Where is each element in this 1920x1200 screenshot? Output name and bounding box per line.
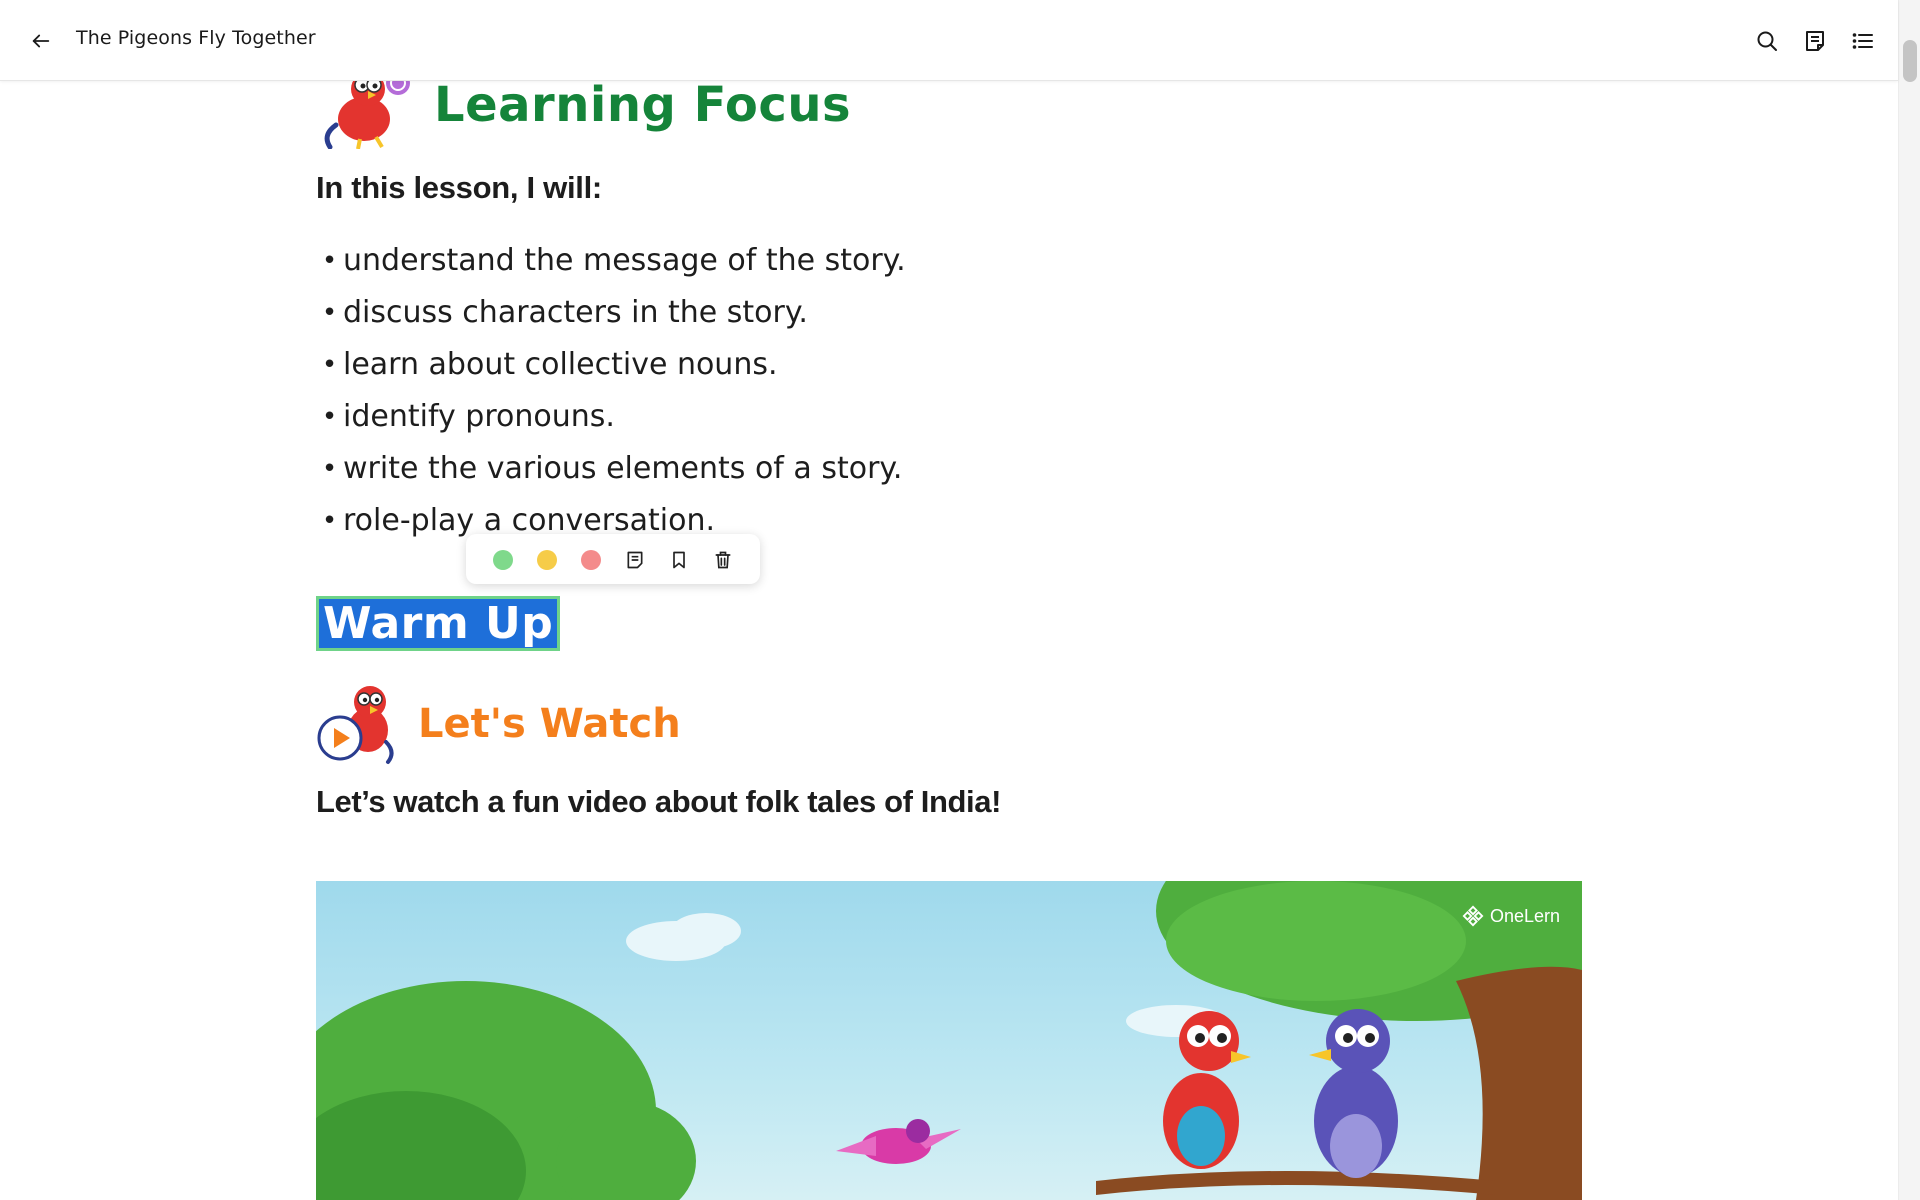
parrot-video-mascot-icon xyxy=(316,682,406,766)
lesson-intro: In this lesson, I will: xyxy=(316,170,602,205)
back-button[interactable] xyxy=(26,26,56,56)
bullet: • xyxy=(321,402,338,432)
learning-goals-list: • understand the message of the story. • d… xyxy=(316,236,906,548)
search-icon xyxy=(1757,31,1777,51)
highlight-green-swatch[interactable] xyxy=(493,550,513,570)
table-of-contents-icon xyxy=(1852,33,1873,49)
bullet: • xyxy=(321,506,338,536)
goal-text: understand the message of the story. xyxy=(343,243,906,278)
arrow-left-icon xyxy=(32,34,50,48)
delete-highlight-button[interactable] xyxy=(711,548,735,572)
video-player[interactable]: OneLern xyxy=(316,881,1582,1200)
video-thumbnail-illustration xyxy=(316,881,1582,1200)
goal-text: discuss characters in the story. xyxy=(343,295,808,330)
list-item: • discuss characters in the story. xyxy=(316,288,906,340)
highlight-toolbar xyxy=(466,534,760,584)
toc-button[interactable] xyxy=(1848,26,1878,56)
notes-button[interactable] xyxy=(1800,26,1830,56)
goal-text: identify pronouns. xyxy=(343,399,615,434)
learning-focus-heading: Learning Focus xyxy=(434,77,852,133)
video-brand-text: OneLern xyxy=(1489,905,1560,926)
list-item: • learn about collective nouns. xyxy=(316,340,906,392)
scrollbar-thumb[interactable] xyxy=(1903,40,1917,82)
bullet: • xyxy=(321,298,338,328)
search-button[interactable] xyxy=(1752,26,1782,56)
lets-watch-header: Let's Watch xyxy=(316,680,681,768)
list-item: • understand the message of the story. xyxy=(316,236,906,288)
scrollbar[interactable] xyxy=(1898,0,1920,1200)
onelern-logo-icon xyxy=(1462,905,1484,927)
highlight-red-swatch[interactable] xyxy=(581,550,601,570)
list-item: • write the various elements of a story. xyxy=(316,444,906,496)
note-icon xyxy=(627,551,643,569)
bullet: • xyxy=(321,246,338,276)
highlight-yellow-swatch[interactable] xyxy=(537,550,557,570)
lets-watch-description: Let’s watch a fun video about folk tales… xyxy=(316,784,1002,819)
warm-up-heading-selected[interactable]: Warm Up xyxy=(316,596,561,651)
goal-text: write the various elements of a story. xyxy=(343,451,903,486)
bullet: • xyxy=(321,350,338,380)
top-bar: The Pigeons Fly Together xyxy=(0,0,1898,81)
goal-text: learn about collective nouns. xyxy=(343,347,778,382)
notes-icon xyxy=(1806,31,1824,51)
bookmark-button[interactable] xyxy=(667,548,691,572)
page-title: The Pigeons Fly Together xyxy=(76,27,316,49)
add-note-button[interactable] xyxy=(623,548,647,572)
warm-up-heading: Warm Up xyxy=(323,598,554,649)
video-brand-logo: OneLern xyxy=(1462,905,1560,927)
lets-watch-heading: Let's Watch xyxy=(418,701,681,747)
bullet: • xyxy=(321,454,338,484)
trash-icon xyxy=(715,551,731,569)
bookmark-icon xyxy=(673,551,685,569)
list-item: • identify pronouns. xyxy=(316,392,906,444)
